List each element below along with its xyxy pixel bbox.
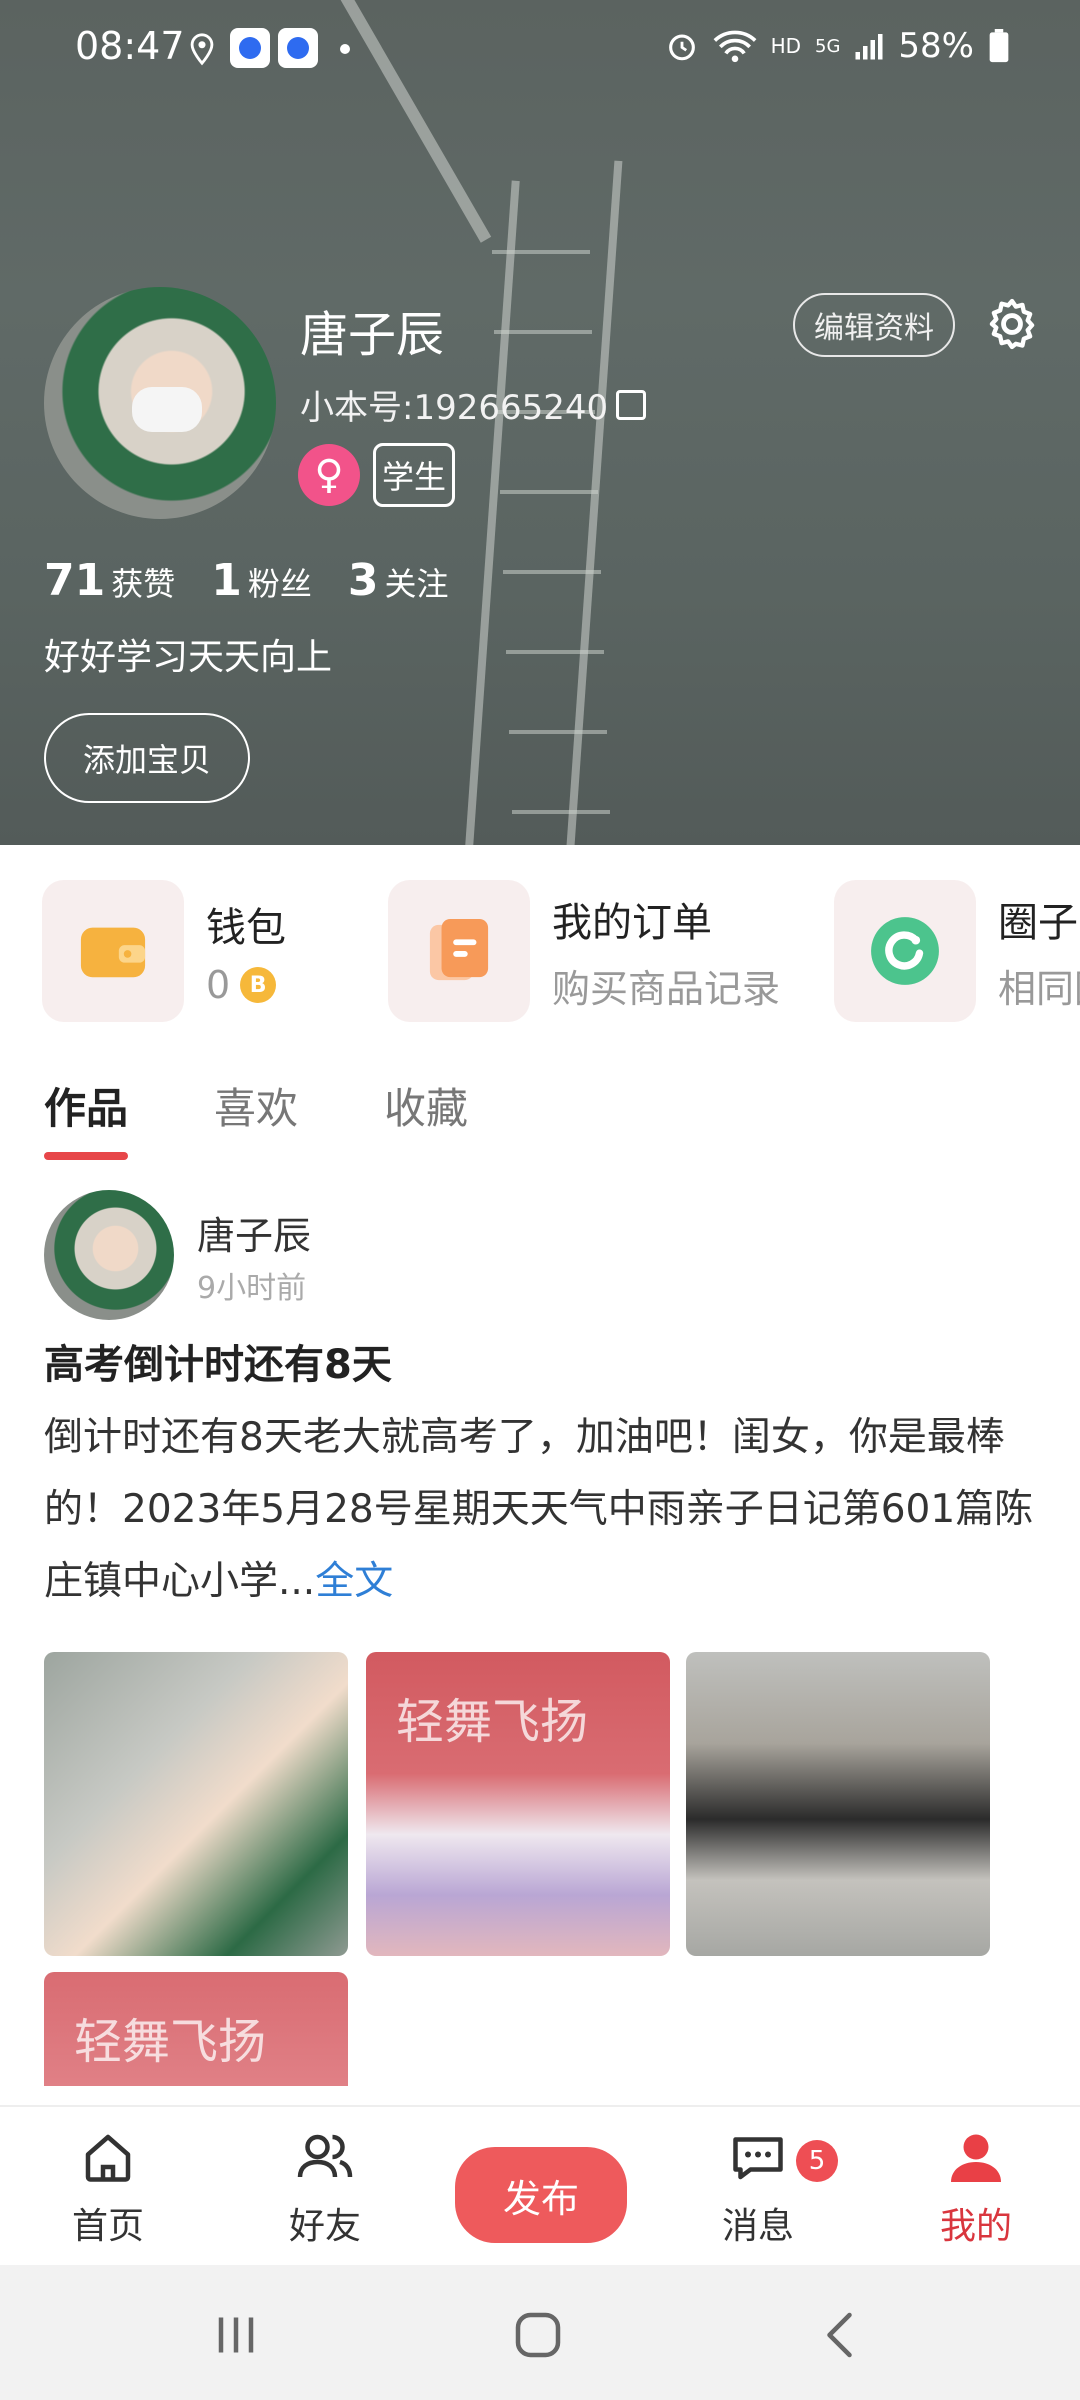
background-pole — [565, 160, 623, 845]
post-author-avatar[interactable] — [44, 1190, 174, 1320]
circle-icon-box — [834, 880, 976, 1022]
stat-following[interactable]: 3 关注 — [348, 555, 449, 606]
post-image[interactable] — [44, 1652, 348, 1956]
nav-friends-label: 好友 — [288, 2206, 361, 2247]
nav-home-label: 首页 — [71, 2206, 144, 2247]
background-rung — [512, 810, 610, 814]
circle-subtitle: 相同圈 — [998, 966, 1080, 1011]
background-rung — [492, 250, 590, 254]
background-rung — [494, 330, 592, 334]
orders-icon-box — [388, 880, 530, 1022]
orders-subtitle: 购买商品记录 — [552, 966, 781, 1011]
system-nav-bar — [0, 2265, 1080, 2400]
stat-following-count: 3 — [347, 555, 379, 606]
signal-label: 5G — [815, 35, 841, 57]
dot-icon — [340, 44, 350, 54]
role-badge: 学生 — [373, 443, 455, 507]
friends-icon — [297, 2134, 353, 2178]
order-icon — [429, 919, 489, 981]
status-bar: 08:47 HD 5G 58% — [0, 0, 1080, 100]
messages-badge: 5 — [796, 2140, 838, 2182]
status-right: HD 5G 58% — [665, 26, 1010, 66]
orders-title: 我的订单 — [552, 899, 712, 946]
post-image[interactable] — [686, 1652, 990, 1956]
battery-percent: 58% — [898, 26, 974, 66]
orders-card[interactable]: 我的订单 购买商品记录 — [388, 880, 780, 1022]
home-button-icon[interactable] — [508, 2305, 568, 2365]
recent-apps-icon[interactable] — [206, 2305, 266, 2365]
coin-icon: B — [240, 967, 277, 1003]
bottom-nav: 首页 好友 发布 消息 我的 — [0, 2105, 1080, 2265]
profile-avatar[interactable] — [44, 287, 276, 519]
circle-icon — [871, 917, 939, 985]
tab-favorites[interactable]: 收藏 — [384, 1075, 468, 1136]
stat-likes[interactable]: 71 获赞 — [44, 555, 175, 606]
app-notification-icon — [278, 28, 318, 68]
publish-button[interactable]: 发布 — [455, 2147, 627, 2243]
message-icon — [733, 2137, 783, 2180]
wallet-balance: 0 — [206, 963, 231, 1007]
battery-icon — [989, 29, 1009, 63]
location-icon — [190, 33, 214, 66]
wifi-icon — [713, 30, 756, 63]
background-pole — [464, 180, 520, 845]
content-tabs: 作品 喜欢 收藏 — [44, 1075, 468, 1160]
post-author-name[interactable]: 唐子辰 — [197, 1205, 311, 1260]
user-icon — [951, 2134, 1001, 2182]
alarm-icon — [668, 34, 695, 61]
image-watermark: 轻舞飞扬 — [74, 2014, 267, 2070]
nav-mine[interactable]: 我的 — [906, 2127, 1046, 2249]
background-rung — [506, 650, 604, 654]
profile-name: 唐子辰 — [300, 307, 445, 363]
wallet-icon — [80, 927, 146, 978]
post-image[interactable]: 轻舞飞扬 — [366, 1652, 670, 1956]
edit-profile-button[interactable]: 编辑资料 — [793, 293, 955, 357]
female-icon: ♀ — [298, 444, 360, 506]
stat-likes-label: 获赞 — [111, 565, 176, 603]
post-body-text: 倒计时还有8天老大就高考了，加油吧！闺女，你是最棒的！2023年5月28号星期天… — [44, 1415, 1034, 1604]
home-icon — [85, 2134, 131, 2182]
nav-mine-label: 我的 — [939, 2206, 1012, 2247]
wallet-icon-box — [42, 880, 184, 1022]
signal-icon — [855, 34, 883, 60]
background-rung — [500, 490, 598, 494]
nav-messages-label: 消息 — [721, 2206, 794, 2247]
add-baby-button[interactable]: 添加宝贝 — [44, 713, 250, 803]
background-rung — [509, 730, 607, 734]
back-icon[interactable] — [812, 2305, 872, 2365]
profile-stats: 71 获赞 1 粉丝 3 关注 — [44, 555, 449, 606]
tab-likes[interactable]: 喜欢 — [214, 1075, 298, 1136]
background-rung — [503, 570, 601, 574]
copy-icon[interactable] — [616, 389, 647, 420]
network-label: HD — [770, 34, 802, 58]
profile-bio: 好好学习天天向上 — [44, 637, 333, 678]
quick-cards: 钱包 0B 我的订单 购买商品记录 圈子 相同圈 — [0, 880, 1080, 1030]
status-time: 08:47 — [75, 24, 185, 68]
nav-home[interactable]: 首页 — [38, 2127, 178, 2249]
circle-card[interactable]: 圈子 相同圈 — [834, 880, 1080, 1022]
image-watermark: 轻舞飞扬 — [396, 1694, 589, 1750]
circle-title: 圈子 — [998, 899, 1078, 946]
app-notification-icon — [230, 28, 270, 68]
stat-fans-label: 粉丝 — [247, 565, 312, 603]
tab-works[interactable]: 作品 — [44, 1075, 129, 1160]
nav-friends[interactable]: 好友 — [255, 2127, 395, 2249]
post-body[interactable]: 倒计时还有8天老大就高考了，加油吧！闺女，你是最棒的！2023年5月28号星期天… — [44, 1402, 1034, 1618]
post-title[interactable]: 高考倒计时还有8天 — [44, 1332, 392, 1390]
wallet-card[interactable]: 钱包 0B — [42, 880, 286, 1022]
gear-icon[interactable] — [983, 295, 1041, 353]
profile-id-label: 小本号:192665240 — [300, 388, 609, 428]
stat-likes-count: 71 — [44, 555, 106, 606]
stat-following-label: 关注 — [384, 565, 449, 603]
profile-id: 小本号:192665240 — [300, 380, 647, 429]
stat-fans[interactable]: 1 粉丝 — [211, 555, 312, 606]
wallet-title: 钱包 — [206, 905, 286, 951]
post-image[interactable]: 轻舞飞扬 — [44, 1972, 348, 2086]
stat-fans-count: 1 — [211, 555, 242, 606]
post-time: 9小时前 — [197, 1271, 307, 1306]
read-more-link[interactable]: 全文 — [315, 1559, 393, 1604]
